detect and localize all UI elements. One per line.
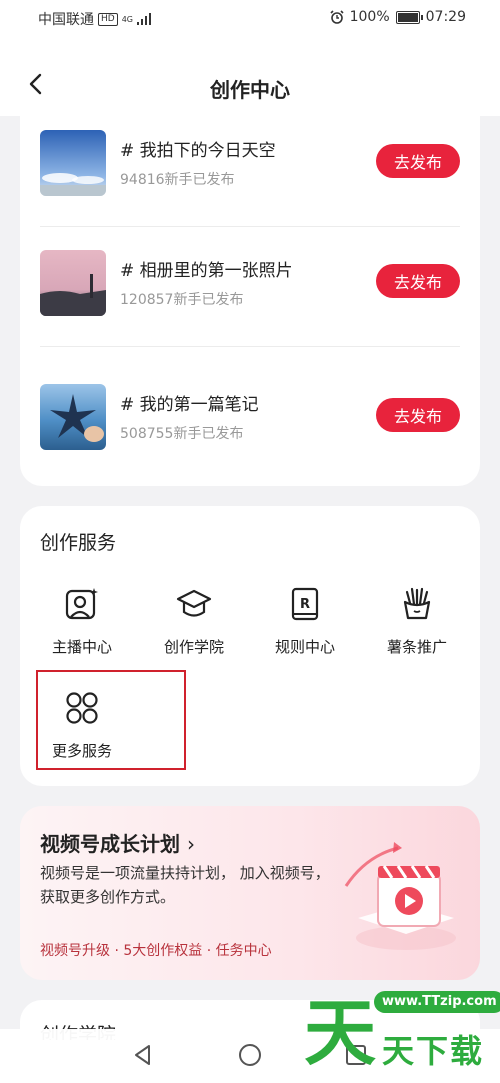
clock: 07:29 (425, 9, 466, 25)
growth-plan-description: 视频号是一项流量扶持计划， 加入视频号，获取更多创作方式。 (40, 864, 330, 906)
topic-thumbnail-photo (40, 250, 106, 316)
battery-icon (395, 10, 423, 24)
service-label: 创作学院 (163, 638, 224, 656)
topic-count: 94816新手已发布 (120, 172, 235, 188)
topic-thumbnail-sky (40, 130, 106, 196)
section-title: 创作服务 (40, 532, 117, 554)
status-bar: 中国联通 HD 4G 100% 07:29 (0, 0, 500, 36)
watermark-text: 天下载 (382, 1032, 485, 1070)
topic-row[interactable]: # 我的第一篇笔记 508755新手已发布 去发布 (40, 384, 460, 454)
publish-button[interactable]: 去发布 (376, 144, 460, 178)
topic-list-card: # 我拍下的今日天空 94816新手已发布 去发布 # 相册里的第一张照片 12… (20, 116, 480, 486)
highlight-box (36, 670, 186, 770)
publish-button[interactable]: 去发布 (376, 398, 460, 432)
rules-book-icon: R (291, 587, 319, 621)
topic-title: # 我拍下的今日天空 (120, 141, 276, 161)
topic-row[interactable]: # 相册里的第一张照片 120857新手已发布 去发布 (40, 250, 460, 320)
topic-title: # 相册里的第一张照片 (120, 261, 293, 281)
fries-icon (403, 587, 431, 620)
video-clapper-illustration (344, 842, 456, 950)
growth-plan-title[interactable]: 视频号成长计划 › (40, 828, 195, 857)
watermark-logo: 天 www.TTzip.com 天下载 (300, 988, 500, 1083)
topic-thumbnail-starfish (40, 384, 106, 450)
service-label: 规则中心 (274, 638, 335, 656)
topic-count: 508755新手已发布 (120, 426, 244, 442)
creation-services-card: 创作服务 主播中心 创作学院 R 规则中心 薯条推广 更多服务 (20, 506, 480, 786)
topic-count: 120857新手已发布 (120, 292, 244, 308)
watermark-url: www.TTzip.com (374, 991, 500, 1013)
service-label: 主播中心 (51, 638, 112, 656)
service-fries-promotion[interactable]: 薯条推广 (372, 586, 462, 657)
hd-badge: HD (98, 12, 118, 26)
page-header: 创作中心 (0, 36, 500, 116)
divider (40, 226, 460, 227)
service-rules-center[interactable]: R 规则中心 (260, 586, 350, 657)
divider (40, 346, 460, 347)
publish-button[interactable]: 去发布 (376, 264, 460, 298)
chevron-right-icon: › (186, 832, 195, 856)
graduation-cap-icon (176, 589, 212, 617)
network-label: 4G (121, 14, 133, 24)
nav-back-icon[interactable] (131, 1043, 155, 1067)
anchor-portrait-icon (65, 588, 98, 620)
page-title: 创作中心 (210, 78, 290, 102)
service-label: 薯条推广 (386, 638, 447, 656)
alarm-icon (330, 10, 344, 24)
svg-text:R: R (300, 597, 310, 612)
service-creator-academy[interactable]: 创作学院 (149, 586, 239, 657)
topic-row[interactable]: # 我拍下的今日天空 94816新手已发布 去发布 (40, 130, 460, 200)
battery-percent: 100% (349, 9, 390, 25)
growth-plan-card[interactable]: 视频号成长计划 › 视频号是一项流量扶持计划， 加入视频号，获取更多创作方式。 … (20, 806, 480, 980)
growth-plan-links[interactable]: 视频号升级 · 5大创作权益 · 任务中心 (40, 940, 272, 960)
nav-home-icon[interactable] (238, 1043, 262, 1067)
signal-icon (137, 13, 151, 25)
service-anchor-center[interactable]: 主播中心 (37, 586, 127, 657)
watermark-big-char: 天 (304, 991, 377, 1075)
topic-title: # 我的第一篇笔记 (120, 395, 259, 415)
carrier-label: 中国联通 (38, 12, 94, 28)
